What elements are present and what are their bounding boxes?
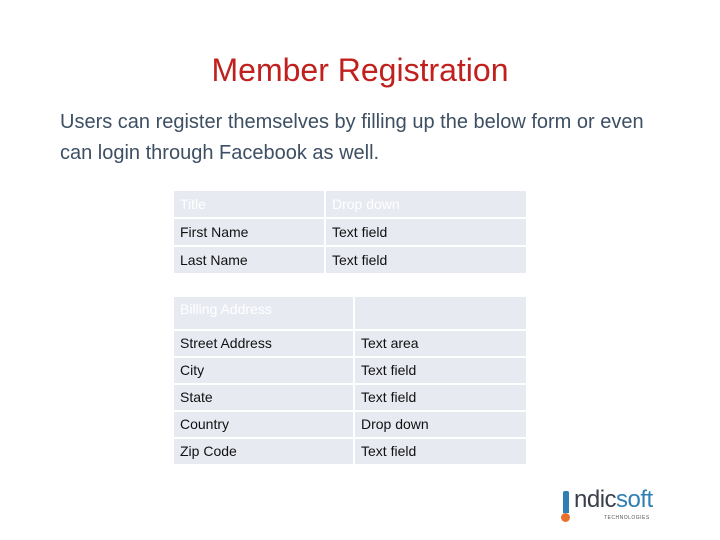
field-label: First Name — [172, 217, 326, 247]
logo-dot-icon — [561, 513, 570, 522]
field-label: Street Address — [172, 329, 355, 358]
table-row: Zip Code Text field — [172, 437, 528, 466]
table-row: Last Name Text field — [172, 245, 528, 275]
field-label: Last Name — [172, 245, 326, 275]
table-row: State Text field — [172, 383, 528, 412]
header-cell-empty — [353, 295, 528, 331]
field-type: Text field — [353, 356, 528, 385]
header-cell-type: Drop down — [324, 189, 528, 219]
field-label: Country — [172, 410, 355, 439]
field-label: State — [172, 383, 355, 412]
billing-address-table: Billing Address Street Address Text area… — [172, 295, 528, 466]
logo-name-prefix: ndic — [574, 486, 617, 513]
company-logo: ndicsoft TECHNOLOGIES — [560, 485, 655, 525]
header-cell-field: Title — [172, 189, 326, 219]
field-label: City — [172, 356, 355, 385]
header-cell-section: Billing Address — [172, 295, 355, 331]
table-row: Street Address Text area — [172, 329, 528, 358]
field-label: Zip Code — [172, 437, 355, 466]
logo-wordmark: ndicsoft — [574, 487, 653, 513]
personal-fields-table: Title Drop down First Name Text field La… — [172, 189, 528, 275]
field-type: Text field — [353, 437, 528, 466]
logo-tagline: TECHNOLOGIES — [604, 515, 650, 521]
field-type: Text field — [353, 383, 528, 412]
table-row: City Text field — [172, 356, 528, 385]
table-header-row: Title Drop down — [172, 189, 528, 219]
table-row: First Name Text field — [172, 217, 528, 247]
field-type: Drop down — [353, 410, 528, 439]
table-header-row: Billing Address — [172, 295, 528, 331]
table-row: Country Drop down — [172, 410, 528, 439]
field-type: Text field — [324, 245, 528, 275]
logo-name-suffix: soft — [616, 486, 653, 513]
field-type: Text area — [353, 329, 528, 358]
field-type: Text field — [324, 217, 528, 247]
logo-i-stem-icon — [563, 491, 569, 513]
intro-paragraph: Users can register themselves by filling… — [60, 111, 644, 164]
slide-title: Member Registration — [211, 52, 509, 88]
